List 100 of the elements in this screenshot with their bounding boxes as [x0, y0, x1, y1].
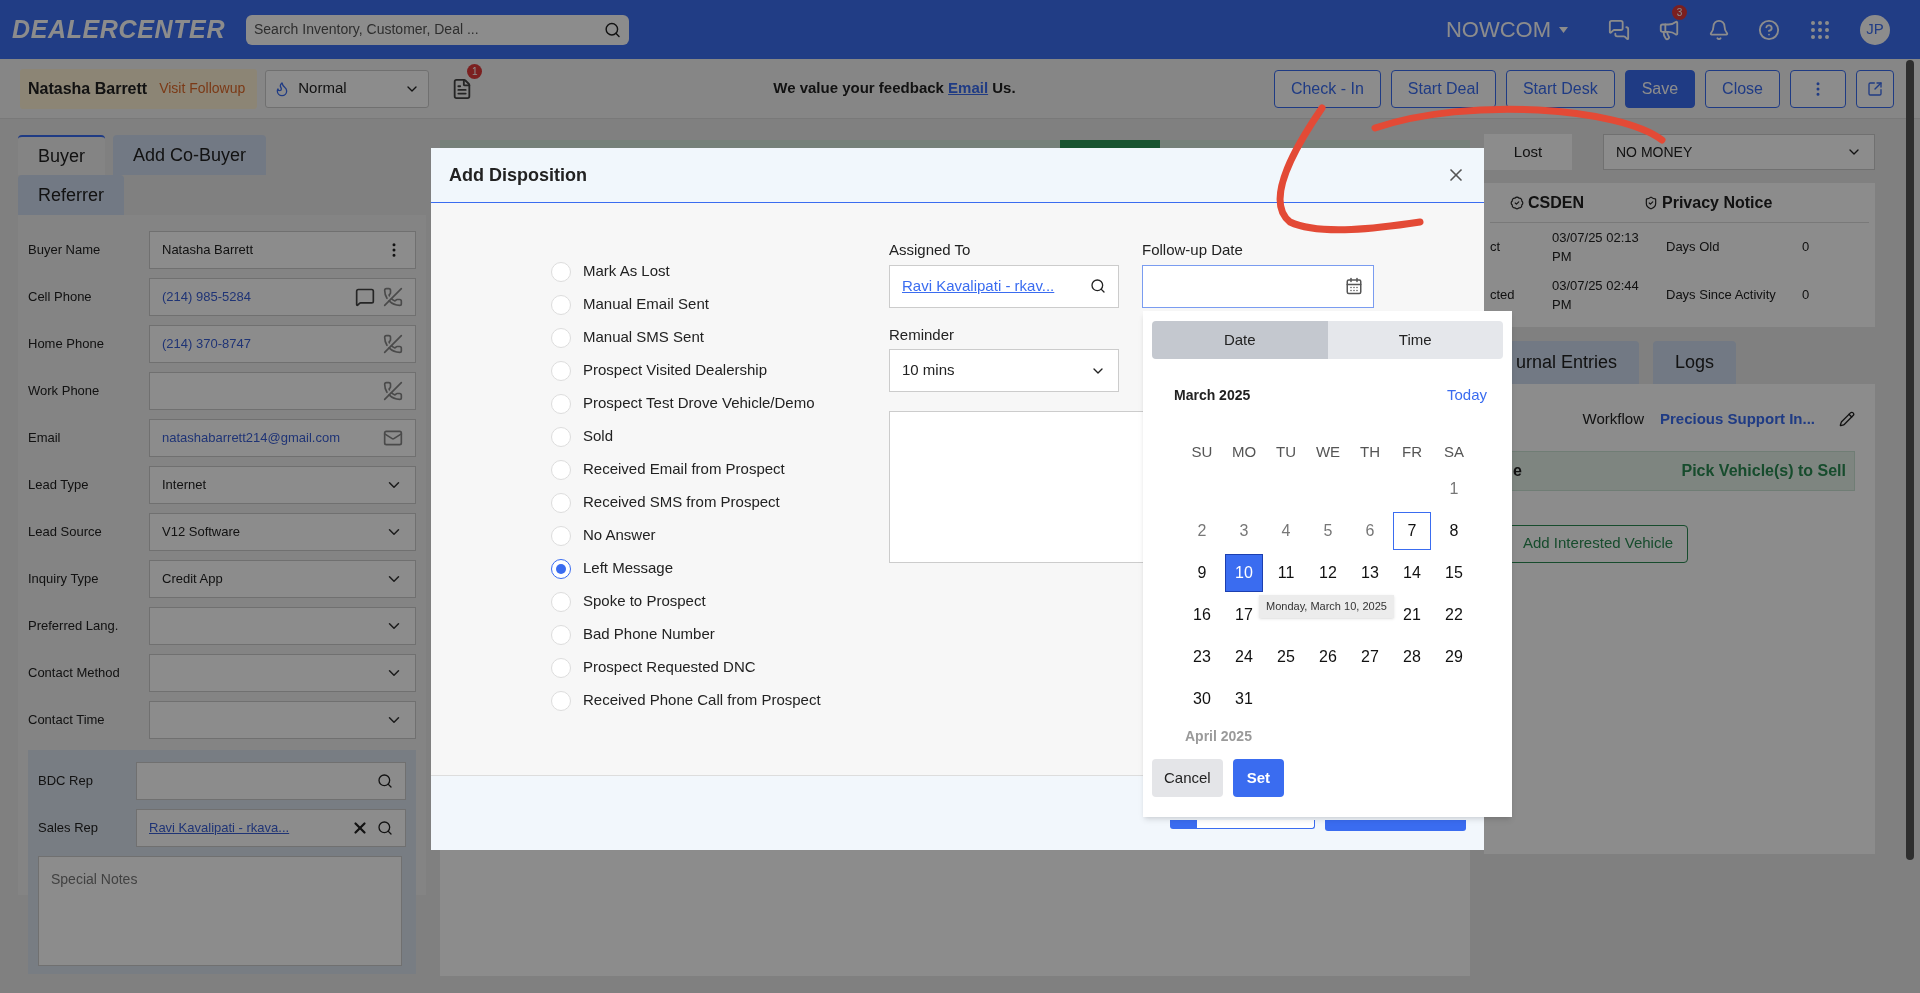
notes-field[interactable]: Special Notes [38, 856, 402, 966]
radio-button[interactable] [551, 558, 571, 579]
input-field[interactable] [149, 372, 416, 410]
picker-tab[interactable]: Date [1152, 321, 1328, 359]
search-field[interactable]: Ravi Kavalipati - rkava... [136, 809, 406, 847]
search-bar[interactable]: Search Inventory, Customer, Deal ... [246, 14, 629, 45]
input-field[interactable]: V12 Software [149, 513, 416, 551]
calendar-day[interactable]: 28 [1393, 638, 1431, 676]
workflow-link[interactable]: Precious Support In... [1659, 408, 1815, 431]
lost-reason-select[interactable]: NO MONEY [1603, 134, 1875, 170]
input-field[interactable]: (214) 985-5284 [149, 278, 416, 316]
info-badge[interactable]: CSDEN [1528, 190, 1584, 215]
input-field[interactable] [149, 701, 416, 739]
edit-icon[interactable] [1839, 411, 1855, 428]
input-field[interactable]: Internet [149, 466, 416, 504]
radio-label[interactable]: Received SMS from Prospect [583, 491, 780, 514]
calendar-day[interactable]: 25 [1267, 638, 1305, 676]
more-button[interactable] [1790, 69, 1846, 108]
input-field[interactable] [149, 654, 416, 692]
calendar-day[interactable]: 12 [1309, 554, 1347, 592]
calendar-day[interactable]: 24 [1225, 638, 1263, 676]
buyer-tab[interactable]: Buyer [18, 135, 106, 175]
picker-tab[interactable]: Time [1327, 321, 1503, 359]
today-link[interactable]: Today [1446, 383, 1487, 407]
reminder-select[interactable]: 10 mins [889, 349, 1119, 392]
input-field[interactable] [149, 607, 416, 645]
calendar-day[interactable]: 29 [1435, 638, 1473, 676]
radio-label[interactable]: Left Message [583, 557, 674, 580]
logo[interactable]: DEALERCENTER [12, 10, 234, 49]
megaphone-icon[interactable] [1658, 18, 1680, 41]
phone-off-icon[interactable] [383, 381, 403, 401]
help-icon[interactable] [1758, 18, 1780, 41]
radio-label[interactable]: Manual Email Sent [583, 293, 709, 316]
calendar-day[interactable]: 11 [1267, 554, 1305, 592]
dealer-menu[interactable]: NOWCOM [1445, 13, 1568, 46]
calendar-icon[interactable] [1345, 277, 1363, 295]
radio-label[interactable]: Mark As Lost [583, 260, 670, 283]
radio-label[interactable]: Spoke to Prospect [583, 590, 706, 613]
external-link-icon[interactable] [1867, 80, 1883, 97]
calendar-day[interactable]: 23 [1183, 638, 1221, 676]
calendar-day[interactable]: 9 [1183, 554, 1221, 592]
calendar-day[interactable]: 6 [1351, 512, 1389, 550]
buyer-tab[interactable]: Add Co-Buyer [113, 135, 267, 175]
calendar-day[interactable]: 7 [1393, 512, 1431, 550]
rep-link[interactable]: Ravi Kavalipati - rkava... [149, 820, 290, 836]
action-button[interactable]: Start Desk [1505, 69, 1615, 108]
calendar-day[interactable]: 2 [1183, 512, 1221, 550]
radio-label[interactable]: Received Phone Call from Prospect [583, 689, 821, 712]
calendar-day[interactable]: 8 [1435, 512, 1473, 550]
calendar-day[interactable]: 1 [1435, 470, 1473, 508]
radio-label[interactable]: Manual SMS Sent [583, 326, 704, 349]
calendar-day[interactable]: 16 [1183, 596, 1221, 634]
calendar-day[interactable]: 5 [1309, 512, 1347, 550]
calendar-day[interactable]: 4 [1267, 512, 1305, 550]
action-button[interactable]: Check - In [1273, 69, 1381, 108]
calendar-day[interactable]: 15 [1435, 554, 1473, 592]
calendar-day[interactable]: 30 [1183, 680, 1221, 718]
calendar-day[interactable]: 22 [1435, 596, 1473, 634]
action-button[interactable]: Close [1705, 69, 1780, 108]
radio-label[interactable]: Prospect Requested DNC [583, 656, 756, 679]
set-button[interactable]: Set [1232, 759, 1285, 797]
input-field[interactable]: natashabarrett214@gmail.com [149, 419, 416, 457]
assignee-link[interactable]: Ravi Kavalipati - rkav... [902, 274, 1082, 298]
calendar-day[interactable]: 3 [1225, 512, 1263, 550]
priority-select[interactable]: Normal [265, 69, 430, 108]
radio-label[interactable]: Bad Phone Number [583, 623, 715, 646]
calendar-day[interactable]: 14 [1393, 554, 1431, 592]
action-button[interactable]: Start Deal [1390, 69, 1496, 108]
phone-off-icon[interactable] [383, 287, 403, 307]
email-link[interactable]: Email [948, 79, 989, 97]
calendar-day[interactable]: 27 [1351, 638, 1389, 676]
search-field[interactable]: Ravi Kavalipati - rkav... [889, 264, 1119, 308]
bell-icon[interactable] [1708, 18, 1730, 41]
calendar-day[interactable]: 13 [1351, 554, 1389, 592]
scrollbar[interactable] [1906, 60, 1914, 860]
calendar-day[interactable]: 10 [1225, 554, 1263, 592]
user-avatar[interactable]: JP [1860, 14, 1890, 45]
sms-icon[interactable] [355, 287, 375, 307]
open-external-button[interactable] [1856, 69, 1894, 108]
chat-icon[interactable] [1608, 18, 1630, 41]
toggle-field[interactable] [1170, 820, 1315, 829]
search-field[interactable]: Search Inventory, Customer, Deal ... [254, 19, 604, 40]
phone-off-icon[interactable] [383, 334, 403, 354]
input-field[interactable]: Credit App [149, 560, 416, 598]
buyer-tab[interactable]: Referrer [18, 175, 124, 215]
calendar-day[interactable]: 21 [1393, 596, 1431, 634]
calendar-day[interactable]: 26 [1309, 638, 1347, 676]
radio-label[interactable]: No Answer [583, 524, 656, 547]
save-button[interactable]: Save [1624, 69, 1696, 108]
radio-label[interactable]: Prospect Test Drove Vehicle/Demo [583, 392, 815, 415]
input-field[interactable]: Natasha Barrett [149, 231, 416, 269]
search-icon[interactable] [1090, 278, 1106, 294]
calendar-day[interactable]: 31 [1225, 680, 1263, 718]
clear-icon[interactable] [351, 819, 369, 837]
date-field[interactable] [1142, 264, 1374, 308]
info-badge[interactable]: Privacy Notice [1662, 190, 1773, 215]
mail-icon[interactable] [383, 428, 403, 448]
input-field[interactable]: (214) 370-8747 [149, 325, 416, 363]
radio-label[interactable]: Sold [583, 425, 614, 448]
stage-step[interactable]: Lost [1484, 134, 1572, 170]
